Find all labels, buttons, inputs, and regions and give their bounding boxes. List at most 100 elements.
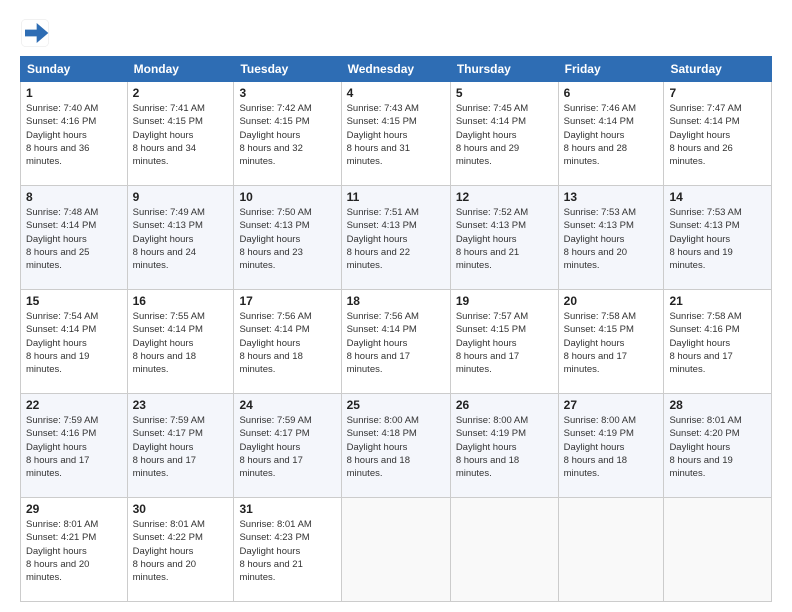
page: Sunday Monday Tuesday Wednesday Thursday… [0, 0, 792, 612]
day-info: Sunrise: 7:49 AMSunset: 4:13 PMDaylight … [133, 207, 205, 271]
day-number: 22 [26, 398, 122, 412]
calendar-cell: 1 Sunrise: 7:40 AMSunset: 4:16 PMDayligh… [21, 82, 128, 186]
day-info: Sunrise: 7:43 AMSunset: 4:15 PMDaylight … [347, 103, 419, 167]
day-info: Sunrise: 7:41 AMSunset: 4:15 PMDaylight … [133, 103, 205, 167]
day-number: 31 [239, 502, 335, 516]
logo-icon [20, 18, 50, 48]
day-number: 9 [133, 190, 229, 204]
calendar-week-4: 22 Sunrise: 7:59 AMSunset: 4:16 PMDaylig… [21, 394, 772, 498]
calendar-cell: 24 Sunrise: 7:59 AMSunset: 4:17 PMDaylig… [234, 394, 341, 498]
day-number: 11 [347, 190, 445, 204]
day-number: 20 [564, 294, 659, 308]
calendar-cell: 29 Sunrise: 8:01 AMSunset: 4:21 PMDaylig… [21, 498, 128, 602]
calendar-cell: 15 Sunrise: 7:54 AMSunset: 4:14 PMDaylig… [21, 290, 128, 394]
day-info: Sunrise: 8:01 AMSunset: 4:22 PMDaylight … [133, 519, 205, 583]
day-info: Sunrise: 7:42 AMSunset: 4:15 PMDaylight … [239, 103, 311, 167]
day-info: Sunrise: 8:01 AMSunset: 4:20 PMDaylight … [669, 415, 741, 479]
weekday-header-row: Sunday Monday Tuesday Wednesday Thursday… [21, 57, 772, 82]
col-friday: Friday [558, 57, 664, 82]
calendar-cell: 23 Sunrise: 7:59 AMSunset: 4:17 PMDaylig… [127, 394, 234, 498]
calendar-cell: 13 Sunrise: 7:53 AMSunset: 4:13 PMDaylig… [558, 186, 664, 290]
day-info: Sunrise: 7:50 AMSunset: 4:13 PMDaylight … [239, 207, 311, 271]
calendar-cell: 11 Sunrise: 7:51 AMSunset: 4:13 PMDaylig… [341, 186, 450, 290]
calendar-cell: 30 Sunrise: 8:01 AMSunset: 4:22 PMDaylig… [127, 498, 234, 602]
day-info: Sunrise: 7:40 AMSunset: 4:16 PMDaylight … [26, 103, 98, 167]
header [20, 18, 772, 48]
day-number: 16 [133, 294, 229, 308]
day-info: Sunrise: 7:59 AMSunset: 4:17 PMDaylight … [239, 415, 311, 479]
calendar-week-2: 8 Sunrise: 7:48 AMSunset: 4:14 PMDayligh… [21, 186, 772, 290]
day-number: 18 [347, 294, 445, 308]
day-info: Sunrise: 8:01 AMSunset: 4:23 PMDaylight … [239, 519, 311, 583]
day-number: 27 [564, 398, 659, 412]
calendar-cell: 8 Sunrise: 7:48 AMSunset: 4:14 PMDayligh… [21, 186, 128, 290]
calendar-cell [341, 498, 450, 602]
calendar-cell: 28 Sunrise: 8:01 AMSunset: 4:20 PMDaylig… [664, 394, 772, 498]
logo [20, 18, 56, 48]
day-info: Sunrise: 7:58 AMSunset: 4:16 PMDaylight … [669, 311, 741, 375]
calendar-cell: 31 Sunrise: 8:01 AMSunset: 4:23 PMDaylig… [234, 498, 341, 602]
day-info: Sunrise: 7:54 AMSunset: 4:14 PMDaylight … [26, 311, 98, 375]
day-number: 14 [669, 190, 766, 204]
col-sunday: Sunday [21, 57, 128, 82]
day-info: Sunrise: 7:59 AMSunset: 4:17 PMDaylight … [133, 415, 205, 479]
day-number: 4 [347, 86, 445, 100]
col-monday: Monday [127, 57, 234, 82]
day-number: 5 [456, 86, 553, 100]
day-number: 13 [564, 190, 659, 204]
calendar-cell: 25 Sunrise: 8:00 AMSunset: 4:18 PMDaylig… [341, 394, 450, 498]
calendar-week-5: 29 Sunrise: 8:01 AMSunset: 4:21 PMDaylig… [21, 498, 772, 602]
day-number: 26 [456, 398, 553, 412]
day-number: 10 [239, 190, 335, 204]
day-info: Sunrise: 7:45 AMSunset: 4:14 PMDaylight … [456, 103, 528, 167]
day-info: Sunrise: 7:57 AMSunset: 4:15 PMDaylight … [456, 311, 528, 375]
calendar-cell: 22 Sunrise: 7:59 AMSunset: 4:16 PMDaylig… [21, 394, 128, 498]
day-number: 25 [347, 398, 445, 412]
calendar-week-3: 15 Sunrise: 7:54 AMSunset: 4:14 PMDaylig… [21, 290, 772, 394]
day-number: 29 [26, 502, 122, 516]
day-info: Sunrise: 8:00 AMSunset: 4:19 PMDaylight … [564, 415, 636, 479]
calendar-cell: 2 Sunrise: 7:41 AMSunset: 4:15 PMDayligh… [127, 82, 234, 186]
day-info: Sunrise: 7:59 AMSunset: 4:16 PMDaylight … [26, 415, 98, 479]
day-number: 24 [239, 398, 335, 412]
calendar-cell [558, 498, 664, 602]
day-number: 28 [669, 398, 766, 412]
day-info: Sunrise: 7:46 AMSunset: 4:14 PMDaylight … [564, 103, 636, 167]
day-number: 23 [133, 398, 229, 412]
calendar-cell: 14 Sunrise: 7:53 AMSunset: 4:13 PMDaylig… [664, 186, 772, 290]
calendar-cell: 26 Sunrise: 8:00 AMSunset: 4:19 PMDaylig… [450, 394, 558, 498]
col-thursday: Thursday [450, 57, 558, 82]
calendar-cell [450, 498, 558, 602]
calendar-cell: 20 Sunrise: 7:58 AMSunset: 4:15 PMDaylig… [558, 290, 664, 394]
calendar-cell: 27 Sunrise: 8:00 AMSunset: 4:19 PMDaylig… [558, 394, 664, 498]
calendar-cell: 7 Sunrise: 7:47 AMSunset: 4:14 PMDayligh… [664, 82, 772, 186]
day-info: Sunrise: 8:00 AMSunset: 4:19 PMDaylight … [456, 415, 528, 479]
day-number: 6 [564, 86, 659, 100]
calendar-cell: 18 Sunrise: 7:56 AMSunset: 4:14 PMDaylig… [341, 290, 450, 394]
day-number: 30 [133, 502, 229, 516]
day-info: Sunrise: 7:53 AMSunset: 4:13 PMDaylight … [669, 207, 741, 271]
day-number: 21 [669, 294, 766, 308]
calendar-cell: 17 Sunrise: 7:56 AMSunset: 4:14 PMDaylig… [234, 290, 341, 394]
day-number: 2 [133, 86, 229, 100]
calendar-week-1: 1 Sunrise: 7:40 AMSunset: 4:16 PMDayligh… [21, 82, 772, 186]
day-info: Sunrise: 7:56 AMSunset: 4:14 PMDaylight … [347, 311, 419, 375]
calendar-cell: 19 Sunrise: 7:57 AMSunset: 4:15 PMDaylig… [450, 290, 558, 394]
calendar-table: Sunday Monday Tuesday Wednesday Thursday… [20, 56, 772, 602]
calendar-cell: 12 Sunrise: 7:52 AMSunset: 4:13 PMDaylig… [450, 186, 558, 290]
day-info: Sunrise: 8:00 AMSunset: 4:18 PMDaylight … [347, 415, 419, 479]
calendar-cell: 10 Sunrise: 7:50 AMSunset: 4:13 PMDaylig… [234, 186, 341, 290]
day-info: Sunrise: 7:55 AMSunset: 4:14 PMDaylight … [133, 311, 205, 375]
calendar-cell: 16 Sunrise: 7:55 AMSunset: 4:14 PMDaylig… [127, 290, 234, 394]
day-number: 12 [456, 190, 553, 204]
day-info: Sunrise: 8:01 AMSunset: 4:21 PMDaylight … [26, 519, 98, 583]
day-info: Sunrise: 7:48 AMSunset: 4:14 PMDaylight … [26, 207, 98, 271]
day-info: Sunrise: 7:51 AMSunset: 4:13 PMDaylight … [347, 207, 419, 271]
day-number: 17 [239, 294, 335, 308]
day-info: Sunrise: 7:52 AMSunset: 4:13 PMDaylight … [456, 207, 528, 271]
day-number: 19 [456, 294, 553, 308]
day-info: Sunrise: 7:58 AMSunset: 4:15 PMDaylight … [564, 311, 636, 375]
calendar-cell: 6 Sunrise: 7:46 AMSunset: 4:14 PMDayligh… [558, 82, 664, 186]
day-info: Sunrise: 7:47 AMSunset: 4:14 PMDaylight … [669, 103, 741, 167]
calendar-cell [664, 498, 772, 602]
